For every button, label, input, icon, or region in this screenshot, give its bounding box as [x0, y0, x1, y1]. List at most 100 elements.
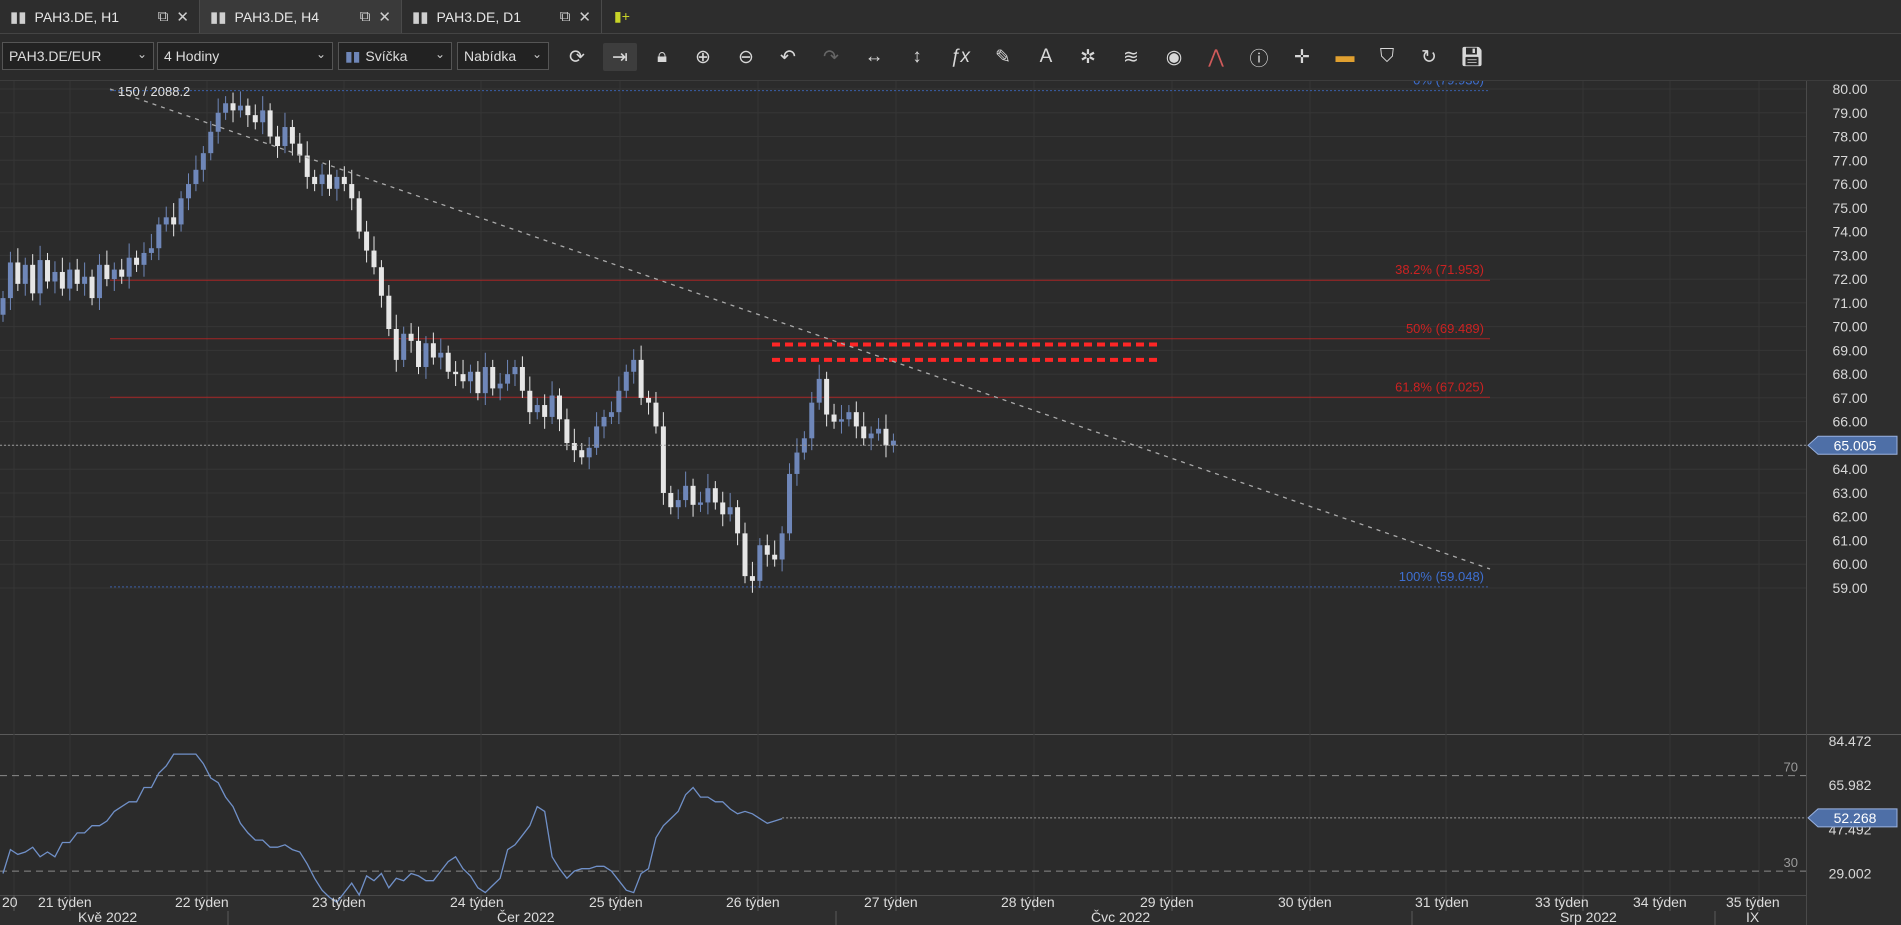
layers-icon[interactable]: ≋ — [1114, 43, 1148, 71]
candle-body — [141, 252, 147, 265]
price-tick-label: 68.00 — [1832, 366, 1867, 382]
eye-icon[interactable]: ◉ — [1157, 43, 1191, 71]
oscillator-level-label: 70 — [1784, 760, 1798, 775]
week-label: 34 týden — [1633, 894, 1687, 910]
candle-body — [846, 412, 852, 420]
toolbar: PAH3.DE/EUR ⌄ 4 Hodiny ⌄ ▮▮ Svíčka ⌄ Nab… — [0, 34, 1901, 81]
price-side-select[interactable]: Nabídka ⌄ — [457, 42, 549, 70]
candle-body — [245, 105, 251, 116]
oscillator-tick-label: 29.002 — [1829, 865, 1872, 881]
price-tick-label: 67.00 — [1832, 390, 1867, 406]
candle-body — [282, 127, 288, 147]
candle-body — [653, 402, 659, 427]
month-label: Srp 2022 — [1560, 909, 1617, 925]
lock-icon[interactable]: 🔒︎ — [645, 43, 679, 71]
text-tool-icon[interactable]: A — [1029, 43, 1063, 71]
week-label: 27 týden — [864, 894, 918, 910]
candle-body — [267, 110, 273, 137]
close-icon[interactable]: ✕ — [378, 8, 391, 26]
price-tick-label: 75.00 — [1832, 200, 1867, 216]
timeframe-select[interactable]: 4 Hodiny ⌄ — [157, 42, 333, 70]
fibonacci-label: 38.2% (71.953) — [1395, 262, 1484, 277]
price-tick-label: 66.00 — [1832, 414, 1867, 430]
candle-body — [134, 257, 140, 265]
tab-bar: ▮▮ PAH3.DE, H1 ⧉ ✕ ▮▮ PAH3.DE, H4 ⧉ ✕ ▮▮… — [0, 0, 1901, 34]
candle-body — [831, 414, 837, 422]
close-icon[interactable]: ✕ — [176, 8, 189, 26]
redo-icon[interactable]: ↷ — [814, 43, 848, 71]
candle-body — [7, 262, 13, 299]
symbol-select[interactable]: PAH3.DE/EUR ⌄ — [2, 42, 154, 70]
popout-icon[interactable]: ⧉ — [560, 8, 571, 25]
new-chart-button[interactable]: ▮+ — [604, 0, 644, 33]
tab-h1[interactable]: ▮▮ PAH3.DE, H1 ⧉ ✕ — [0, 0, 200, 33]
main-pane-background — [0, 81, 1806, 734]
candle-body — [861, 426, 867, 439]
pattern-icon[interactable]: ✲ — [1071, 43, 1105, 71]
tab-h1-label: PAH3.DE, H1 — [34, 8, 120, 25]
candle-body — [96, 264, 102, 299]
chart-style-select[interactable]: ▮▮ Svíčka ⌄ — [338, 42, 452, 70]
candle-body — [542, 405, 548, 417]
horizontal-resize-icon[interactable]: ↔ — [857, 43, 891, 71]
candle-body — [111, 269, 117, 280]
autoscroll-icon[interactable]: ⇥ — [603, 43, 637, 71]
signals-icon[interactable]: ⋀ — [1199, 43, 1233, 71]
overlay-counter: 150 / 2088.2 — [118, 84, 190, 99]
candle-body — [853, 412, 859, 427]
month-label: Čvc 2022 — [1091, 909, 1150, 925]
candle-body — [82, 276, 88, 284]
candle-body — [660, 426, 666, 493]
close-icon[interactable]: ✕ — [578, 8, 591, 26]
candle-body — [519, 367, 525, 391]
price-tick-label: 78.00 — [1832, 129, 1867, 145]
candle-body — [438, 352, 444, 358]
candle-body — [675, 500, 681, 508]
popout-icon[interactable]: ⧉ — [158, 8, 169, 25]
candle-body — [757, 545, 763, 581]
price-tick-label: 76.00 — [1832, 176, 1867, 192]
candle-body — [171, 217, 177, 225]
candle-body — [401, 333, 407, 360]
color-scale-icon[interactable]: ▬ — [1328, 43, 1362, 71]
paint-bucket-icon[interactable]: ⛉ — [1370, 43, 1404, 71]
week-label: 35 týden — [1726, 894, 1780, 910]
candle-body — [364, 231, 370, 251]
candle-body — [764, 545, 770, 555]
pencil-icon[interactable]: ✎ — [986, 43, 1020, 71]
price-chart[interactable]: 0% (79.930) 38.2% (71.953) 50% (69.489) 61.… — [0, 81, 1901, 925]
week-label: 22 týden — [175, 894, 229, 910]
tab-h4[interactable]: ▮▮ PAH3.DE, H4 ⧉ ✕ — [200, 0, 402, 33]
candle-body — [705, 488, 711, 503]
candle-body — [623, 371, 629, 391]
candle-body — [772, 554, 778, 560]
price-tick-label: 74.00 — [1832, 224, 1867, 240]
candle-body — [838, 419, 844, 422]
refresh-icon[interactable]: ⟳ — [560, 43, 594, 71]
candle-body — [289, 127, 295, 144]
zoom-in-icon[interactable]: ⊕ — [686, 43, 720, 71]
candle-body — [549, 395, 555, 417]
zoom-out-icon[interactable]: ⊖ — [729, 43, 763, 71]
undo-icon[interactable]: ↶ — [771, 43, 805, 71]
reload-template-icon[interactable]: ↻ — [1412, 43, 1446, 71]
popout-icon[interactable]: ⧉ — [360, 8, 371, 25]
candle-body — [326, 174, 332, 189]
vertical-resize-icon[interactable]: ↕ — [900, 43, 934, 71]
candle-body — [408, 333, 414, 341]
crosshair-icon[interactable]: ✛ — [1285, 43, 1319, 71]
info-icon[interactable]: ⓘ — [1242, 43, 1276, 71]
candle-body — [45, 260, 51, 282]
candle-body — [260, 110, 266, 123]
tab-d1[interactable]: ▮▮ PAH3.DE, D1 ⧉ ✕ — [402, 0, 602, 33]
week-label: 30 týden — [1278, 894, 1332, 910]
price-tick-label: 69.00 — [1832, 342, 1867, 358]
candle-body — [720, 502, 726, 515]
candle-body — [460, 374, 466, 382]
indicators-icon[interactable]: ƒx — [943, 43, 977, 71]
candle-body — [742, 533, 748, 577]
week-label: 33 týden — [1535, 894, 1589, 910]
save-icon[interactable]: 💾︎ — [1455, 43, 1489, 71]
chevron-down-icon: ⌄ — [434, 47, 445, 61]
candle-body — [0, 298, 6, 315]
